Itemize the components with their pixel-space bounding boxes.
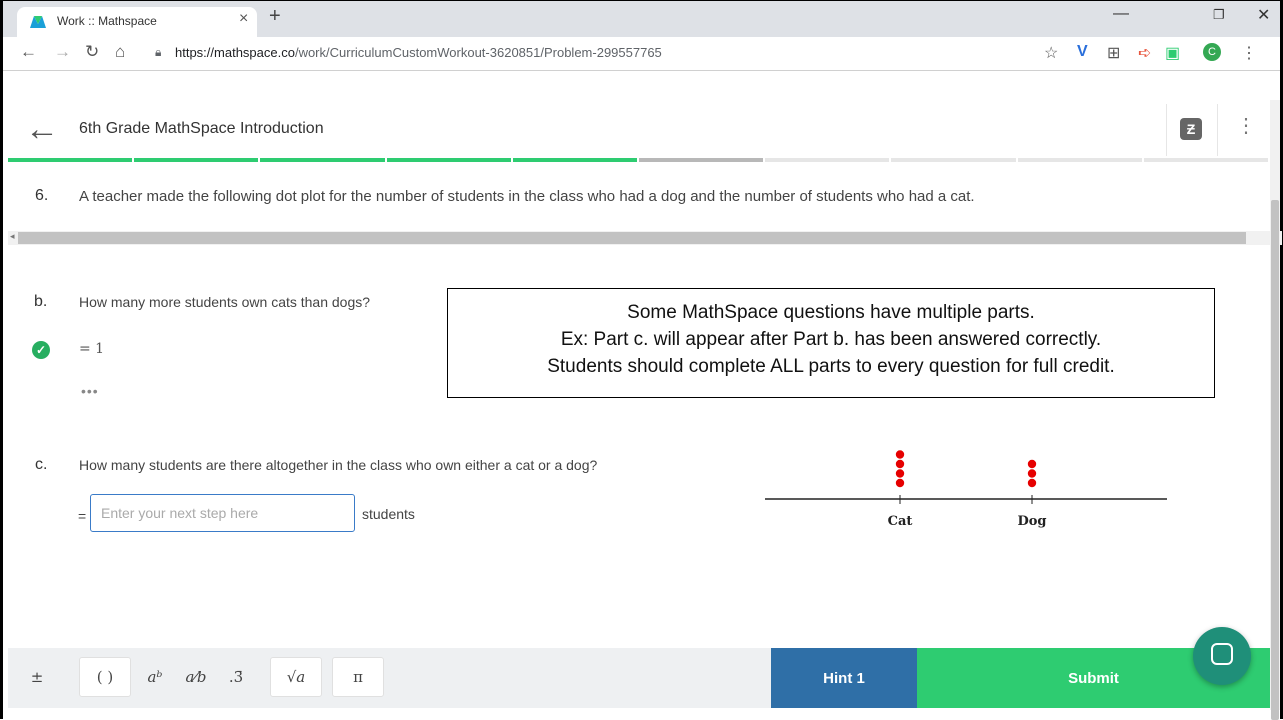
- extension-arrow-icon[interactable]: ➪: [1138, 43, 1151, 63]
- math-keypad: ± ( ) aᵇ a⁄b .3̄ √a π: [8, 648, 771, 708]
- z-icon: Ƶ: [1180, 118, 1202, 140]
- instruction-callout: Some MathSpace questions have multiple p…: [447, 288, 1215, 398]
- question-text: A teacher made the following dot plot fo…: [79, 188, 975, 205]
- progress-segment: [134, 158, 259, 162]
- browser-toolbar: ← → ↻ ⌂ 🔒︎ https://mathspace.co/work/Cur…: [3, 37, 1280, 71]
- progress-segment: [891, 158, 1016, 162]
- part-c-label: c.: [35, 456, 48, 473]
- chat-support-button[interactable]: [1193, 627, 1251, 685]
- vertical-scrollbar-thumb[interactable]: [1271, 200, 1279, 720]
- show-more-button[interactable]: •••: [81, 383, 99, 399]
- part-c-question: How many students are there altogether i…: [79, 457, 598, 473]
- power-key[interactable]: aᵇ: [135, 657, 175, 697]
- fraction-key[interactable]: a⁄b: [178, 657, 214, 697]
- part-b-answer: = 1: [79, 341, 105, 357]
- reload-icon[interactable]: ↻: [85, 42, 99, 62]
- progress-bar: [8, 158, 1270, 164]
- category-label: Cat: [888, 514, 913, 529]
- browser-tab[interactable]: Work :: Mathspace ×: [17, 7, 257, 37]
- parentheses-key[interactable]: ( ): [79, 657, 131, 697]
- mathspace-logo-icon: [30, 16, 46, 28]
- address-bar-url[interactable]: https://mathspace.co/work/CurriculumCust…: [175, 45, 662, 60]
- question-number: 6.: [35, 187, 49, 204]
- category-label: Dog: [1017, 514, 1046, 529]
- back-arrow-icon[interactable]: ←: [25, 112, 59, 146]
- star-icon[interactable]: ☆: [1044, 43, 1058, 63]
- plus-minus-key[interactable]: ±: [18, 657, 56, 697]
- url-path: /work/CurriculumCustomWorkout-3620851/Pr…: [294, 45, 662, 60]
- equals-sign: =: [78, 508, 87, 524]
- square-root-key[interactable]: √a: [270, 657, 322, 697]
- progress-segment: [1143, 158, 1269, 162]
- extension-v-icon[interactable]: V: [1077, 43, 1088, 61]
- close-window-icon[interactable]: ✕: [1257, 5, 1270, 25]
- more-options-icon[interactable]: ⋮: [1236, 113, 1256, 138]
- zendesk-button[interactable]: Ƶ: [1166, 104, 1218, 156]
- progress-segment: [765, 158, 890, 162]
- chat-icon: [1211, 643, 1233, 665]
- scrollbar-thumb[interactable]: [18, 232, 1246, 244]
- unit-label: students: [362, 506, 415, 522]
- dot-marker: [895, 469, 905, 478]
- dot-plot: Cat Dog: [765, 450, 1167, 529]
- lock-icon: 🔒︎: [155, 45, 162, 59]
- callout-line-1: Some MathSpace questions have multiple p…: [627, 302, 1035, 323]
- progress-segment: [386, 158, 511, 162]
- dot-marker: [895, 450, 905, 459]
- tab-close-icon[interactable]: ×: [239, 10, 248, 28]
- part-b-question: How many more students own cats than dog…: [79, 294, 371, 310]
- url-host: https://mathspace.co: [175, 45, 295, 60]
- dot-marker: [895, 459, 905, 469]
- browser-menu-icon[interactable]: ⋮: [1241, 43, 1257, 63]
- dot-marker: [1027, 478, 1037, 488]
- profile-avatar[interactable]: C: [1203, 43, 1221, 61]
- forward-icon[interactable]: →: [54, 42, 71, 62]
- progress-segment: [1017, 158, 1142, 162]
- part-b-label: b.: [34, 293, 48, 310]
- dot-marker: [895, 478, 905, 488]
- page-title: 6th Grade MathSpace Introduction: [79, 120, 324, 137]
- horizontal-scrollbar[interactable]: ◂ ▸: [8, 231, 1282, 245]
- restore-icon[interactable]: ❐: [1213, 7, 1225, 23]
- tab-title: Work :: Mathspace: [57, 14, 157, 28]
- minimize-icon[interactable]: —: [1113, 5, 1129, 23]
- new-tab-button[interactable]: +: [269, 5, 281, 28]
- callout-line-2: Ex: Part c. will appear after Part b. ha…: [560, 329, 1102, 350]
- progress-segment: [260, 158, 385, 162]
- answer-input[interactable]: [90, 494, 355, 532]
- scroll-left-icon[interactable]: ◂: [10, 231, 15, 242]
- dot-marker: [1027, 469, 1037, 478]
- dot-marker: [1027, 459, 1037, 469]
- progress-segment: [639, 158, 764, 162]
- extension-box-icon[interactable]: ▣: [1165, 43, 1180, 63]
- vertical-scrollbar[interactable]: [1270, 100, 1280, 720]
- browser-tab-strip: Work :: Mathspace × + — ❐ ✕: [3, 1, 1280, 37]
- hint-button[interactable]: Hint 1: [771, 648, 917, 708]
- callout-line-3: Students should complete ALL parts to ev…: [547, 356, 1115, 377]
- progress-segment: [512, 158, 638, 162]
- progress-segment: [8, 158, 133, 162]
- check-icon: ✓: [32, 341, 50, 359]
- back-icon[interactable]: ←: [20, 42, 37, 62]
- home-icon[interactable]: ⌂: [115, 42, 125, 62]
- recurring-decimal-key[interactable]: .3̄: [216, 657, 256, 697]
- pi-key[interactable]: π: [332, 657, 384, 697]
- extension-grid-icon[interactable]: ⊞: [1107, 43, 1120, 63]
